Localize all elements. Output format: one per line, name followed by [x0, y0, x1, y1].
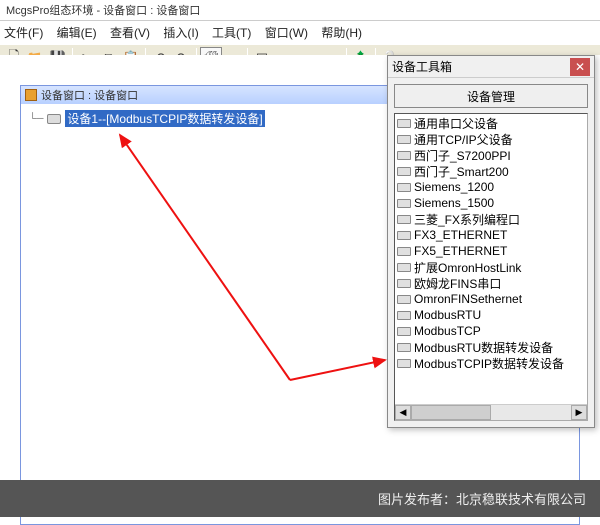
device-item-label: FX5_ETHERNET: [414, 244, 507, 258]
device-item-label: 三菱_FX系列编程口: [414, 211, 520, 228]
child-window-title: 设备窗口 : 设备窗口: [41, 87, 138, 103]
device-icon: [397, 199, 411, 208]
menu-tools[interactable]: 工具(T): [212, 26, 251, 40]
device-icon: [397, 343, 411, 352]
device-list[interactable]: 通用串口父设备通用TCP/IP父设备西门子_S7200PPI西门子_Smart2…: [394, 113, 588, 421]
list-item[interactable]: FX5_ETHERNET: [397, 243, 585, 259]
scroll-thumb[interactable]: [411, 405, 491, 420]
menu-view[interactable]: 查看(V): [110, 26, 150, 40]
list-item[interactable]: OmronFINSethernet: [397, 291, 585, 307]
list-item[interactable]: 三菱_FX系列编程口: [397, 211, 585, 227]
device-item-label: 通用串口父设备: [414, 115, 498, 132]
device-icon: [47, 114, 61, 124]
device-item-label: Siemens_1500: [414, 196, 494, 210]
device-item-label: ModbusRTU数据转发设备: [414, 339, 553, 356]
menubar: 文件(F) 编辑(E) 查看(V) 插入(I) 工具(T) 窗口(W) 帮助(H…: [0, 21, 600, 44]
device-icon: [397, 295, 411, 304]
tree-branch-icon: └─: [29, 112, 43, 126]
list-item[interactable]: ModbusRTU: [397, 307, 585, 323]
device-item-label: Siemens_1200: [414, 180, 494, 194]
device-management-button[interactable]: 设备管理: [394, 84, 588, 108]
toolbox-titlebar[interactable]: 设备工具箱 ✕: [388, 56, 594, 78]
publisher-text: 图片发布者：北京稳联技术有限公司: [378, 489, 586, 508]
device-item-label: 西门子_Smart200: [414, 163, 509, 180]
list-item[interactable]: ModbusTCPIP数据转发设备: [397, 355, 585, 371]
list-item[interactable]: Siemens_1200: [397, 179, 585, 195]
list-item[interactable]: FX3_ETHERNET: [397, 227, 585, 243]
window-icon: [25, 89, 37, 101]
list-item[interactable]: ModbusTCP: [397, 323, 585, 339]
toolbox-body: 设备管理 通用串口父设备通用TCP/IP父设备西门子_S7200PPI西门子_S…: [388, 78, 594, 427]
device-icon: [397, 183, 411, 192]
menu-help[interactable]: 帮助(H): [321, 26, 362, 40]
device-icon: [397, 119, 411, 128]
device-item-label: 通用TCP/IP父设备: [414, 131, 513, 148]
list-item[interactable]: ModbusRTU数据转发设备: [397, 339, 585, 355]
device-icon: [397, 215, 411, 224]
device-item-label: 西门子_S7200PPI: [414, 147, 511, 164]
toolbox-title: 设备工具箱: [392, 58, 452, 75]
menu-window[interactable]: 窗口(W): [265, 26, 308, 40]
device-icon: [397, 279, 411, 288]
app-titlebar: McgsPro组态环境 - 设备窗口 : 设备窗口: [0, 0, 600, 21]
scroll-track[interactable]: [411, 405, 571, 420]
device-item-label: ModbusTCPIP数据转发设备: [414, 355, 564, 372]
tree-item-label[interactable]: 设备1--[ModbusTCPIP数据转发设备]: [65, 110, 264, 127]
device-icon: [397, 311, 411, 320]
device-icon: [397, 231, 411, 240]
device-icon: [397, 247, 411, 256]
menu-edit[interactable]: 编辑(E): [57, 26, 97, 40]
device-item-label: ModbusRTU: [414, 308, 481, 322]
scroll-right-icon[interactable]: ▶: [571, 405, 587, 420]
list-item[interactable]: 通用TCP/IP父设备: [397, 131, 585, 147]
device-icon: [397, 359, 411, 368]
list-item[interactable]: Siemens_1500: [397, 195, 585, 211]
device-item-label: 扩展OmronHostLink: [414, 259, 521, 276]
list-item[interactable]: 通用串口父设备: [397, 115, 585, 131]
list-item[interactable]: 西门子_Smart200: [397, 163, 585, 179]
list-item[interactable]: 欧姆龙FINS串口: [397, 275, 585, 291]
device-item-label: ModbusTCP: [414, 324, 481, 338]
list-item[interactable]: 西门子_S7200PPI: [397, 147, 585, 163]
device-icon: [397, 327, 411, 336]
device-toolbox-panel: 设备工具箱 ✕ 设备管理 通用串口父设备通用TCP/IP父设备西门子_S7200…: [387, 55, 595, 428]
scroll-left-icon[interactable]: ◀: [395, 405, 411, 420]
device-icon: [397, 151, 411, 160]
footer: 图片发布者：北京稳联技术有限公司: [0, 480, 600, 517]
menu-file[interactable]: 文件(F): [4, 26, 43, 40]
horizontal-scrollbar[interactable]: ◀ ▶: [395, 404, 587, 420]
device-icon: [397, 167, 411, 176]
device-item-label: OmronFINSethernet: [414, 292, 522, 306]
app-title: McgsPro组态环境 - 设备窗口 : 设备窗口: [6, 5, 200, 17]
device-icon: [397, 135, 411, 144]
device-item-label: FX3_ETHERNET: [414, 228, 507, 242]
device-icon: [397, 263, 411, 272]
close-button[interactable]: ✕: [570, 58, 590, 76]
menu-insert[interactable]: 插入(I): [163, 26, 198, 40]
list-item[interactable]: 扩展OmronHostLink: [397, 259, 585, 275]
device-item-label: 欧姆龙FINS串口: [414, 275, 501, 292]
